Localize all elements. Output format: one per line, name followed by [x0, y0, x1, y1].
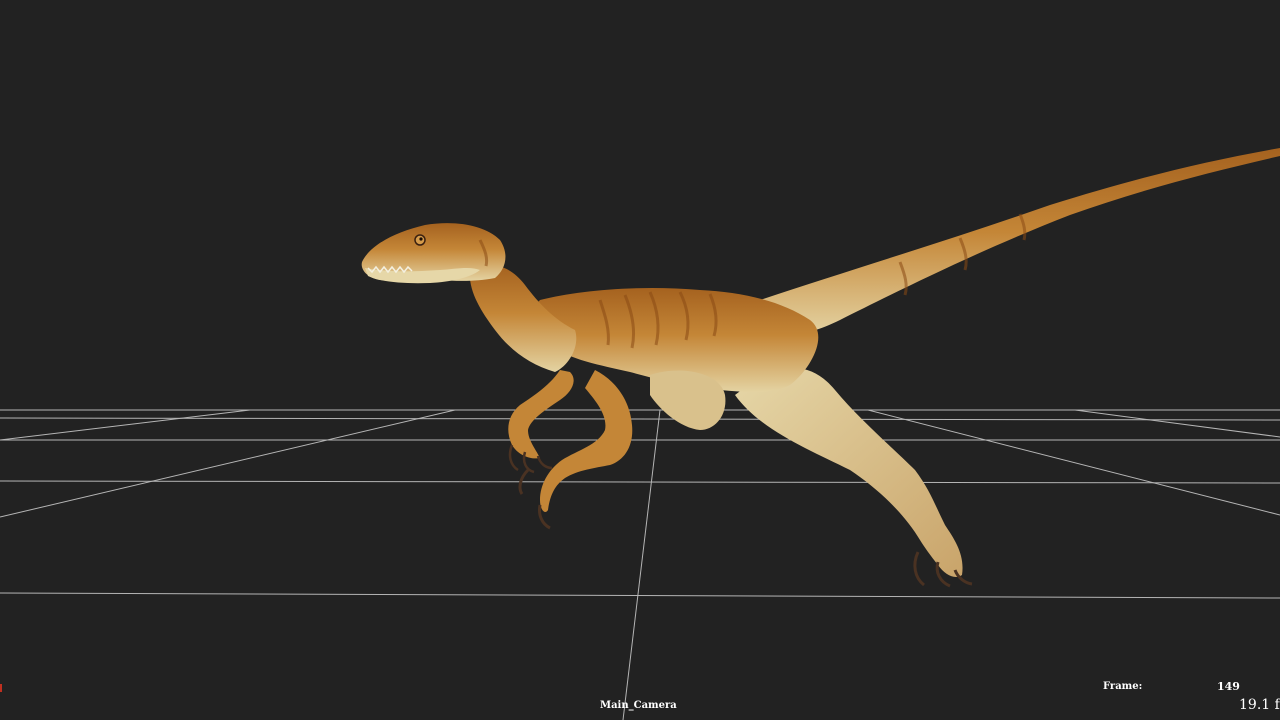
arm [508, 370, 574, 459]
camera-name-label: Main_Camera [600, 700, 677, 711]
raptor-model[interactable] [0, 0, 1280, 720]
fps-readout: 19.1 fps [1239, 697, 1280, 713]
hind-leg-back [735, 368, 963, 577]
3d-viewport[interactable]: Main_Camera Frame: 149 19.1 fps [0, 0, 1280, 720]
axis-gizmo-marker [0, 684, 2, 692]
tail [760, 148, 1280, 336]
frame-label: Frame: [1103, 681, 1143, 692]
frame-number: 149 [1217, 680, 1240, 693]
